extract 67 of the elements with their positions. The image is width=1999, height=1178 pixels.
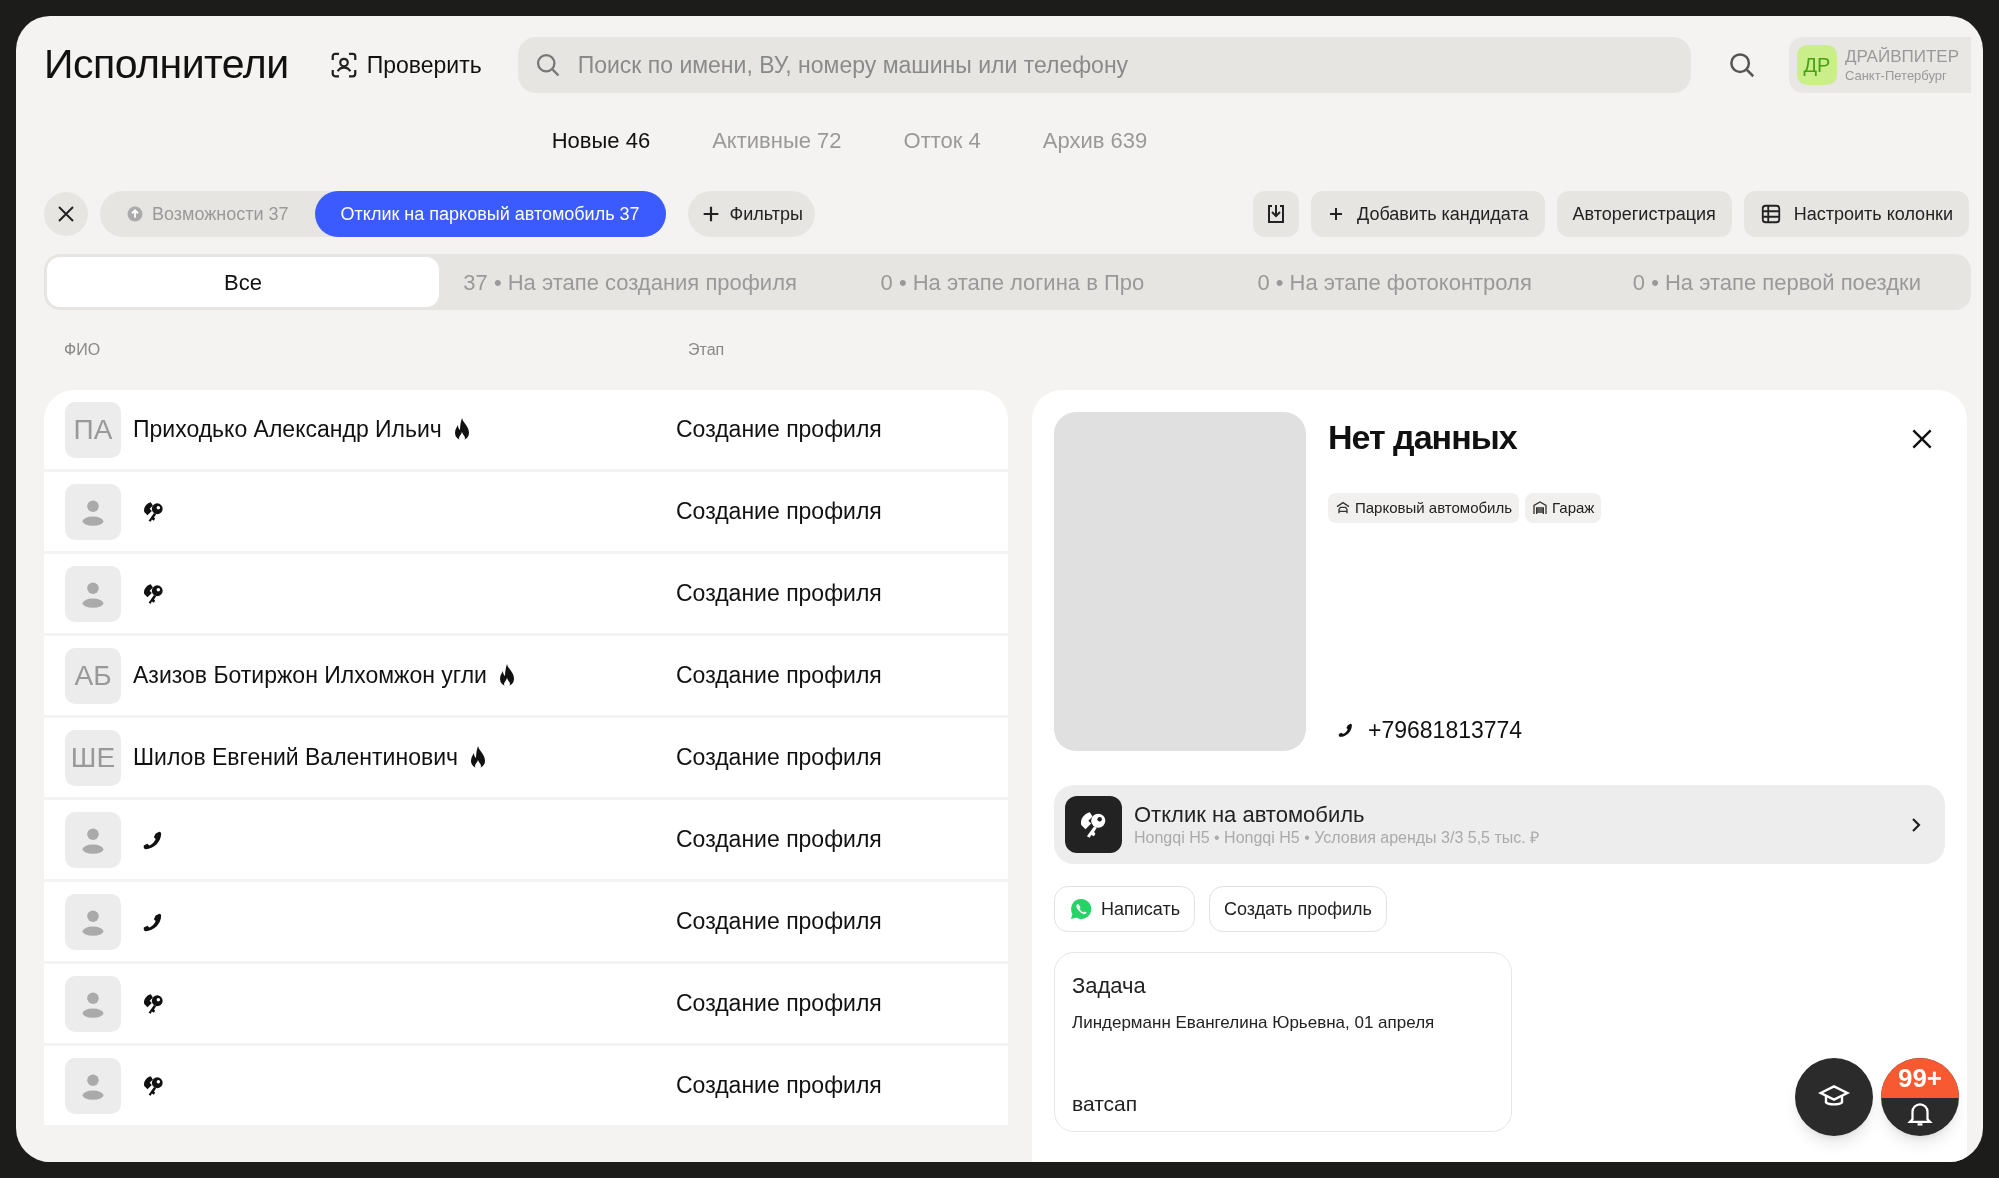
garage-icon (1532, 500, 1549, 516)
action-button[interactable]: Создать профиль (1209, 886, 1387, 932)
table-row[interactable]: Создание профиля (44, 882, 1008, 961)
filter-chip[interactable]: Отклик на парковый автомобиль 37 (314, 191, 666, 237)
table-row[interactable]: ПА Приходько Александр Ильич Создание профиля (44, 390, 1008, 469)
hand-key-icon (1065, 796, 1122, 853)
table-row[interactable]: Создание профиля (44, 1046, 1008, 1125)
response-card[interactable]: Отклик на автомобиль Hongqi H5 • Hongqi H5 • Условия аренды 3/3 5,5 тыс. ₽ (1054, 785, 1945, 864)
table-row[interactable]: Создание профиля (44, 472, 1008, 551)
action-button[interactable]: Написать (1054, 886, 1196, 932)
arrow-up-icon (126, 205, 144, 223)
tab[interactable]: Новые 46 (551, 123, 651, 157)
stage-text: Создание профиля (676, 743, 882, 773)
initials-avatar: АБ (65, 647, 121, 704)
task-text: ватсап (1072, 1090, 1139, 1117)
avatar-placeholder-icon (65, 975, 121, 1032)
toolbar-button[interactable]: Настроить колонки (1743, 191, 1969, 237)
page-title: Исполнители (44, 40, 289, 90)
table-row[interactable]: АБ Азизов Ботиржон Илхомжон угли Создание профиля (44, 636, 1008, 715)
table-row[interactable]: Создание профиля (44, 800, 1008, 879)
phone-icon (1336, 721, 1354, 738)
initials-avatar: ПА (65, 401, 121, 458)
table-row[interactable]: ШЕ Шилов Евгений Валентинович Создание профиля (44, 718, 1008, 797)
account-avatar: ДР (1796, 45, 1837, 85)
account-name: ДРАЙВПИТЕР (1844, 46, 1959, 68)
stage-text: Создание профиля (676, 497, 882, 527)
stage-text: Создание профиля (676, 579, 882, 609)
table-icon (1759, 203, 1782, 225)
response-subtitle: Hongqi H5 • Hongqi H5 • Условия аренды 3/3 5,5 тыс. ₽ (1134, 828, 1541, 849)
account-city: Санкт-Петербург (1844, 67, 1948, 84)
driver-name: Азизов Ботиржон Илхомжон угли (133, 661, 487, 691)
stage-text: Создание профиля (676, 825, 882, 855)
toolbar-button[interactable]: Добавить кандидата (1311, 191, 1545, 237)
table-row[interactable]: Создание профиля (44, 964, 1008, 1043)
toolbar-button[interactable]: Авторегистрация (1556, 191, 1732, 237)
check-button[interactable]: Проверить (320, 47, 490, 83)
stage-text: Создание профиля (676, 1071, 882, 1101)
column-header: ФИО (64, 340, 102, 360)
avatar-placeholder-icon (65, 1057, 121, 1114)
stage-text: Создание профиля (676, 907, 882, 937)
stage-text: Создание профиля (676, 989, 882, 1019)
phone-number: +79681813774 (1368, 715, 1523, 745)
table-row[interactable]: Создание профиля (44, 554, 1008, 633)
tag: Гараж (1525, 493, 1602, 523)
filters-button[interactable]: Фильтры (687, 191, 815, 237)
clear-filters-button[interactable] (44, 192, 88, 236)
avatar-placeholder-icon (65, 565, 121, 622)
task-meta: Линдерманн Евангелина Юрьевна, 01 апреля (1072, 1012, 1436, 1034)
initials-avatar: ШЕ (65, 729, 121, 786)
download-button[interactable] (1253, 191, 1299, 237)
column-header: Этап (688, 340, 725, 360)
driver-name: Приходько Александр Ильич (133, 415, 442, 445)
chat-bubble-icon (1069, 897, 1093, 921)
stage-text: Создание профиля (676, 415, 882, 445)
avatar-placeholder-icon (65, 483, 121, 540)
stage-text: Создание профиля (676, 661, 882, 691)
response-title: Отклик на автомобиль (1134, 800, 1366, 829)
details-title: Нет данных (1328, 417, 1517, 458)
task-title: Задача (1072, 972, 1147, 1000)
plus-icon (1327, 205, 1345, 223)
avatar-placeholder-icon (65, 893, 121, 950)
stage-tab[interactable]: Все (47, 257, 439, 307)
house-icon (1335, 500, 1351, 516)
avatar-placeholder-icon (65, 811, 121, 868)
tag: Парковый автомобиль (1328, 493, 1520, 523)
search-field[interactable]: Поиск по имени, ВУ, номеру машины или телефону (517, 37, 1691, 93)
driver-name: Шилов Евгений Валентинович (133, 743, 458, 773)
